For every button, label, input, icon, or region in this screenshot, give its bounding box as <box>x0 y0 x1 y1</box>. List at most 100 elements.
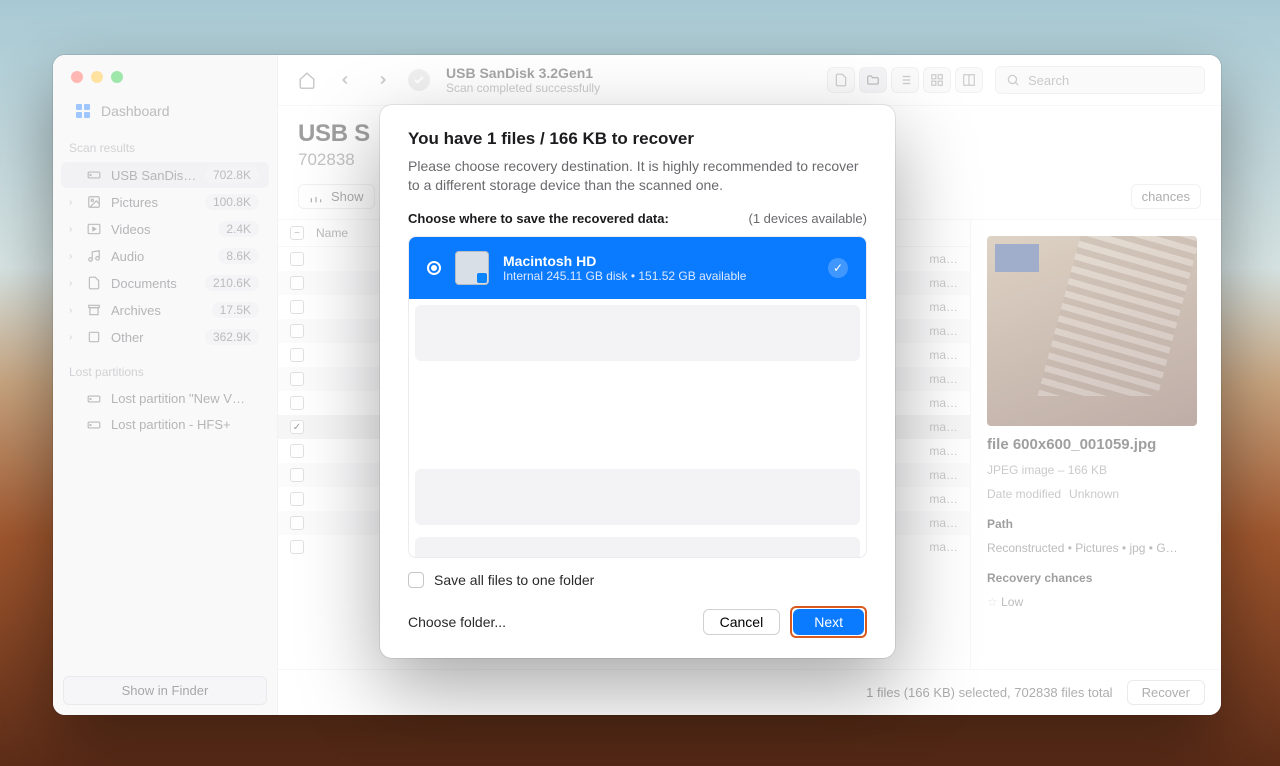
choose-folder-button[interactable]: Choose folder... <box>408 614 506 630</box>
check-circle-icon: ✓ <box>828 258 848 278</box>
sidebar-item-count: 2.4K <box>218 221 259 237</box>
inspector-path-label: Path <box>987 517 1205 531</box>
toolbar: USB SanDisk 3.2Gen1 Scan completed succe… <box>278 55 1221 106</box>
row-checkbox[interactable] <box>290 300 304 314</box>
sidebar-item-label: Archives <box>111 303 204 318</box>
sidebar: Dashboard Scan results USB SanDisk…702.8… <box>53 55 278 715</box>
arch-icon <box>87 303 103 317</box>
view-mode-group <box>827 67 983 93</box>
devices-available: (1 devices available) <box>748 211 867 226</box>
sidebar-item-label: Audio <box>111 249 210 264</box>
sidebar-item-archives[interactable]: › Archives 17.5K <box>61 297 269 323</box>
row-checkbox[interactable] <box>290 444 304 458</box>
destination-sub: Internal 245.11 GB disk • 151.52 GB avai… <box>503 269 746 283</box>
sidebar-item-count: 100.8K <box>205 194 259 210</box>
destination-placeholder <box>415 305 860 361</box>
row-checkbox[interactable] <box>290 420 304 434</box>
zoom-window-button[interactable] <box>111 71 123 83</box>
destination-placeholder <box>415 469 860 525</box>
toolbar-subtitle: Scan completed successfully <box>446 81 600 95</box>
recover-destination-modal: You have 1 files / 166 KB to recover Ple… <box>380 105 895 658</box>
row-checkbox[interactable] <box>290 276 304 290</box>
search-input[interactable]: Search <box>995 66 1205 94</box>
video-icon <box>87 222 103 236</box>
row-checkbox[interactable] <box>290 348 304 362</box>
row-meta: ma… <box>929 468 958 482</box>
forward-button[interactable] <box>370 67 396 93</box>
inspector-date-value: Unknown <box>1069 487 1119 501</box>
row-meta: ma… <box>929 420 958 434</box>
inspector-chances-value: ☆ Low <box>987 595 1205 609</box>
back-button[interactable] <box>332 67 358 93</box>
row-meta: ma… <box>929 300 958 314</box>
row-meta: ma… <box>929 324 958 338</box>
view-file-icon[interactable] <box>827 67 855 93</box>
sidebar-item-label: Videos <box>111 222 210 237</box>
sidebar-lost-caption: Lost partitions <box>53 351 277 385</box>
sidebar-item-count: 17.5K <box>212 302 259 318</box>
filter-show-button[interactable]: Show <box>298 184 375 209</box>
row-checkbox[interactable] <box>290 468 304 482</box>
hdd-icon <box>455 251 489 285</box>
sidebar-item-label: Documents <box>111 276 197 291</box>
sidebar-item-other[interactable]: ›Other362.9K <box>61 324 269 350</box>
modal-description: Please choose recovery destination. It i… <box>408 157 867 195</box>
image-icon <box>87 195 103 209</box>
home-icon[interactable] <box>294 67 320 93</box>
drive-icon <box>87 418 103 432</box>
row-checkbox[interactable] <box>290 492 304 506</box>
row-meta: ma… <box>929 516 958 530</box>
other-icon <box>87 330 103 344</box>
view-list-icon[interactable] <box>891 67 919 93</box>
chevron-right-icon: › <box>69 332 79 343</box>
window-controls <box>53 55 277 95</box>
sidebar-lost-partition[interactable]: Lost partition - HFS+ <box>61 412 269 437</box>
sidebar-item-documents[interactable]: ›Documents210.6K <box>61 270 269 296</box>
sidebar-dashboard[interactable]: Dashboard <box>61 97 269 125</box>
grid-icon <box>75 103 91 119</box>
row-meta: ma… <box>929 252 958 266</box>
chevron-right-icon: › <box>69 305 79 316</box>
view-folder-icon[interactable] <box>859 67 887 93</box>
show-in-finder-button[interactable]: Show in Finder <box>63 676 267 705</box>
sidebar-lost-partition[interactable]: Lost partition "New V… <box>61 386 269 411</box>
cancel-button[interactable]: Cancel <box>703 609 781 635</box>
save-one-folder-label: Save all files to one folder <box>434 572 594 588</box>
sidebar-item-pictures[interactable]: ›Pictures100.8K <box>61 189 269 215</box>
destination-list: Macintosh HD Internal 245.11 GB disk • 1… <box>408 236 867 558</box>
sidebar-item-label: Lost partition - HFS+ <box>111 417 259 432</box>
sidebar-item-audio[interactable]: ›Audio8.6K <box>61 243 269 269</box>
save-one-folder-checkbox[interactable] <box>408 572 424 588</box>
row-checkbox[interactable] <box>290 252 304 266</box>
sidebar-dashboard-label: Dashboard <box>101 103 170 119</box>
destination-name: Macintosh HD <box>503 253 746 269</box>
chevron-right-icon: › <box>69 197 79 208</box>
close-window-button[interactable] <box>71 71 83 83</box>
destination-item-macintosh-hd[interactable]: Macintosh HD Internal 245.11 GB disk • 1… <box>409 237 866 299</box>
sidebar-scan-results-caption: Scan results <box>53 127 277 161</box>
destination-placeholder <box>415 537 860 557</box>
sidebar-item-label: Lost partition "New V… <box>111 391 259 406</box>
inspector-date-label: Date modified <box>987 487 1061 501</box>
sidebar-item-usb-sandisk-[interactable]: USB SanDisk…702.8K <box>61 162 269 188</box>
filter-chances-button[interactable]: chances <box>1131 184 1201 209</box>
minimize-window-button[interactable] <box>91 71 103 83</box>
next-button[interactable]: Next <box>793 609 864 635</box>
row-checkbox[interactable] <box>290 372 304 386</box>
view-grid-icon[interactable] <box>923 67 951 93</box>
drive-icon <box>87 392 103 406</box>
sidebar-item-videos[interactable]: ›Videos2.4K <box>61 216 269 242</box>
sidebar-item-count: 362.9K <box>205 329 259 345</box>
star-icon: ☆ <box>987 595 998 609</box>
row-meta: ma… <box>929 492 958 506</box>
status-bar: 1 files (166 KB) selected, 702838 files … <box>278 669 1221 715</box>
row-checkbox[interactable] <box>290 516 304 530</box>
row-checkbox[interactable] <box>290 396 304 410</box>
view-columns-icon[interactable] <box>955 67 983 93</box>
choose-destination-label: Choose where to save the recovered data: <box>408 211 669 226</box>
row-checkbox[interactable] <box>290 540 304 554</box>
row-meta: ma… <box>929 372 958 386</box>
recover-button[interactable]: Recover <box>1127 680 1205 705</box>
row-checkbox[interactable] <box>290 324 304 338</box>
select-all-checkbox[interactable]: − <box>290 226 304 240</box>
